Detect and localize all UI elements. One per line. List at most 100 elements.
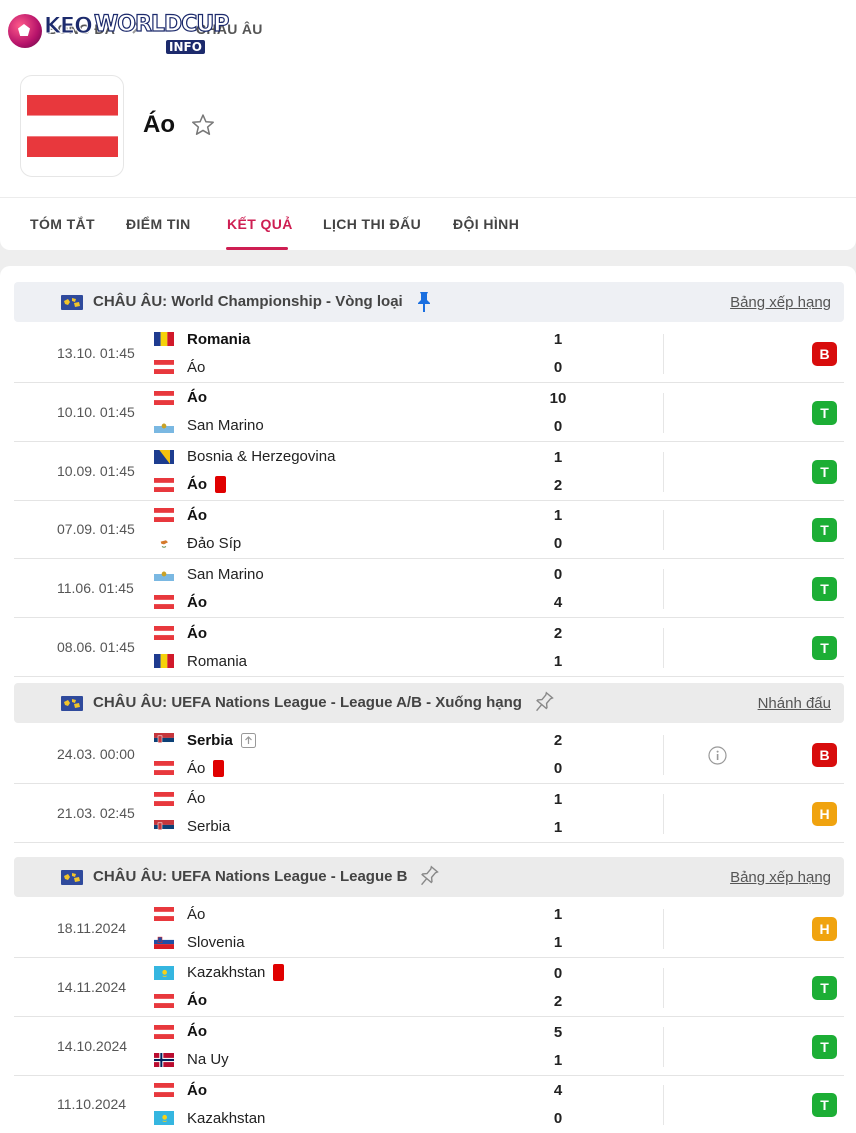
page-title: Áo [143, 111, 175, 138]
match-date: 11.10.2024 [57, 1096, 127, 1113]
match-date: 14.11.2024 [57, 978, 127, 995]
austria-flag-icon [154, 360, 174, 374]
result-badge: T [812, 577, 837, 602]
result-badge: T [812, 1093, 837, 1118]
match-row[interactable]: 11.10.2024 Áo 4 Kazakhstan 0 T [14, 1076, 844, 1133]
home-team-name: Áo [187, 790, 206, 808]
match-date: 11.06. 01:45 [57, 580, 134, 597]
result-badge: T [812, 1034, 837, 1059]
info-icon[interactable] [708, 746, 727, 765]
pin-icon[interactable] [417, 865, 439, 889]
match-row[interactable]: 07.09. 01:45 Áo 1 Đảo Síp 0 T [14, 501, 844, 560]
away-score: 1 [553, 1051, 563, 1069]
match-date: 07.09. 01:45 [57, 521, 135, 538]
austria-flag-icon [27, 95, 118, 157]
result-badge: T [812, 459, 837, 484]
away-team[interactable]: Slovenia [154, 932, 245, 952]
away-team-name: Kazakhstan [187, 1109, 266, 1127]
result-badge: T [812, 400, 837, 425]
match-row[interactable]: 10.09. 01:45 Bosnia & Herzegovina 1 Áo 2 T [14, 443, 844, 501]
home-team[interactable]: Áo [154, 904, 205, 924]
away-team[interactable]: Na Uy [154, 1050, 229, 1070]
match-row[interactable]: 24.03. 00:00 Serbia 2 Áo 0 B [14, 726, 844, 784]
home-team[interactable]: Serbia [154, 730, 256, 750]
tab-news[interactable]: ĐIỂM TIN [126, 216, 191, 232]
league-name[interactable]: CHÂU ÂU: UEFA Nations League - League B [93, 868, 407, 885]
austria-flag-icon [154, 626, 174, 640]
away-team-name: Áo [187, 476, 207, 494]
league-header: CHÂU ÂU: World Championship - Vòng loại B… [14, 282, 844, 322]
home-team[interactable]: Áo [154, 1080, 207, 1100]
away-team[interactable]: Serbia [154, 817, 230, 837]
league-standings-link[interactable]: Nhánh đấu [758, 695, 831, 712]
match-row[interactable]: 11.06. 01:45 San Marino 0 Áo 4 T [14, 560, 844, 619]
divider [663, 1026, 664, 1067]
favorite-star-icon[interactable] [190, 112, 216, 138]
home-team-name: Romania [187, 330, 251, 348]
home-score: 1 [553, 331, 563, 348]
league-name[interactable]: CHÂU ÂU: World Championship - Vòng loại [93, 293, 403, 310]
away-team[interactable]: Áo [154, 758, 225, 778]
site-logo[interactable]: KEO WORLDCUP INFO [8, 10, 230, 54]
home-team[interactable]: Kazakhstan [154, 963, 285, 983]
home-score: 1 [553, 790, 563, 808]
divider [0, 197, 856, 198]
match-row[interactable]: 21.03. 02:45 Áo 1 Serbia 1 H [14, 785, 844, 843]
match-row[interactable]: 14.10.2024 Áo 5 Na Uy 1 T [14, 1018, 844, 1076]
match-row[interactable]: 10.10. 01:45 Áo 10 San Marino 0 T [14, 384, 844, 442]
divider [663, 793, 664, 834]
match-date: 18.11.2024 [57, 920, 127, 936]
home-team[interactable]: Áo [154, 505, 207, 525]
match-row[interactable]: 14.11.2024 Kazakhstan 0 Áo 2 T [14, 959, 844, 1017]
promotion-arrow-icon [240, 732, 256, 748]
home-team[interactable]: Bosnia & Herzegovina [154, 447, 335, 467]
home-team-name: Áo [187, 905, 206, 923]
tab-summary[interactable]: TÓM TẮT [30, 216, 95, 232]
home-team[interactable]: Áo [154, 789, 205, 809]
home-score: 0 [553, 964, 563, 982]
away-team[interactable]: San Marino [154, 416, 264, 436]
pin-icon[interactable] [532, 691, 554, 715]
league-standings-link[interactable]: Bảng xếp hạng [730, 869, 831, 886]
league-standings-link[interactable]: Bảng xếp hạng [730, 294, 831, 311]
match-date: 14.10.2024 [57, 1037, 128, 1054]
away-score: 4 [553, 594, 563, 612]
austria-flag-icon [154, 1024, 174, 1039]
league-name[interactable]: CHÂU ÂU: UEFA Nations League - League A/… [93, 694, 522, 711]
home-team[interactable]: Áo [154, 623, 207, 643]
tab-results[interactable]: KẾT QUẢ [227, 216, 293, 232]
tab-squad[interactable]: ĐỘI HÌNH [453, 216, 519, 232]
home-score: 2 [553, 625, 563, 642]
match-row[interactable]: 08.06. 01:45 Áo 2 Romania 1 T [14, 619, 844, 677]
home-team-name: Áo [187, 1081, 207, 1099]
divider [663, 967, 664, 1008]
home-team[interactable]: Áo [154, 388, 207, 408]
away-score: 1 [553, 653, 563, 670]
match-row[interactable]: 18.11.2024 Áo 1 Slovenia 1 H [14, 900, 844, 958]
tab-fixtures[interactable]: LỊCH THI ĐẤU [323, 216, 421, 232]
home-team[interactable]: San Marino [154, 564, 264, 584]
away-team-name: Áo [187, 358, 206, 376]
away-team[interactable]: Romania [154, 651, 247, 671]
divider [663, 735, 664, 775]
world-map-icon [61, 295, 83, 310]
home-score: 1 [553, 507, 563, 525]
slovenia-flag-icon [154, 935, 174, 949]
home-team[interactable]: Romania [154, 329, 250, 349]
away-team-name: San Marino [187, 417, 264, 435]
kazakhstan-flag-icon [154, 965, 174, 980]
home-team[interactable]: Áo [154, 1022, 207, 1042]
away-team[interactable]: Áo [154, 357, 205, 377]
away-team[interactable]: Áo [154, 592, 207, 612]
match-row[interactable]: 13.10. 01:45 Romania 1 Áo 0 B [14, 325, 844, 383]
red-card-icon [215, 476, 226, 494]
away-team[interactable]: Kazakhstan [154, 1108, 265, 1128]
active-tab-indicator [226, 247, 288, 250]
divider [663, 392, 664, 433]
away-team[interactable]: Đảo Síp [154, 533, 241, 553]
romania-flag-icon [154, 332, 174, 346]
cyprus-flag-icon [154, 536, 174, 551]
pin-icon[interactable] [413, 290, 435, 314]
away-team[interactable]: Áo [154, 475, 226, 495]
away-team[interactable]: Áo [154, 991, 207, 1011]
